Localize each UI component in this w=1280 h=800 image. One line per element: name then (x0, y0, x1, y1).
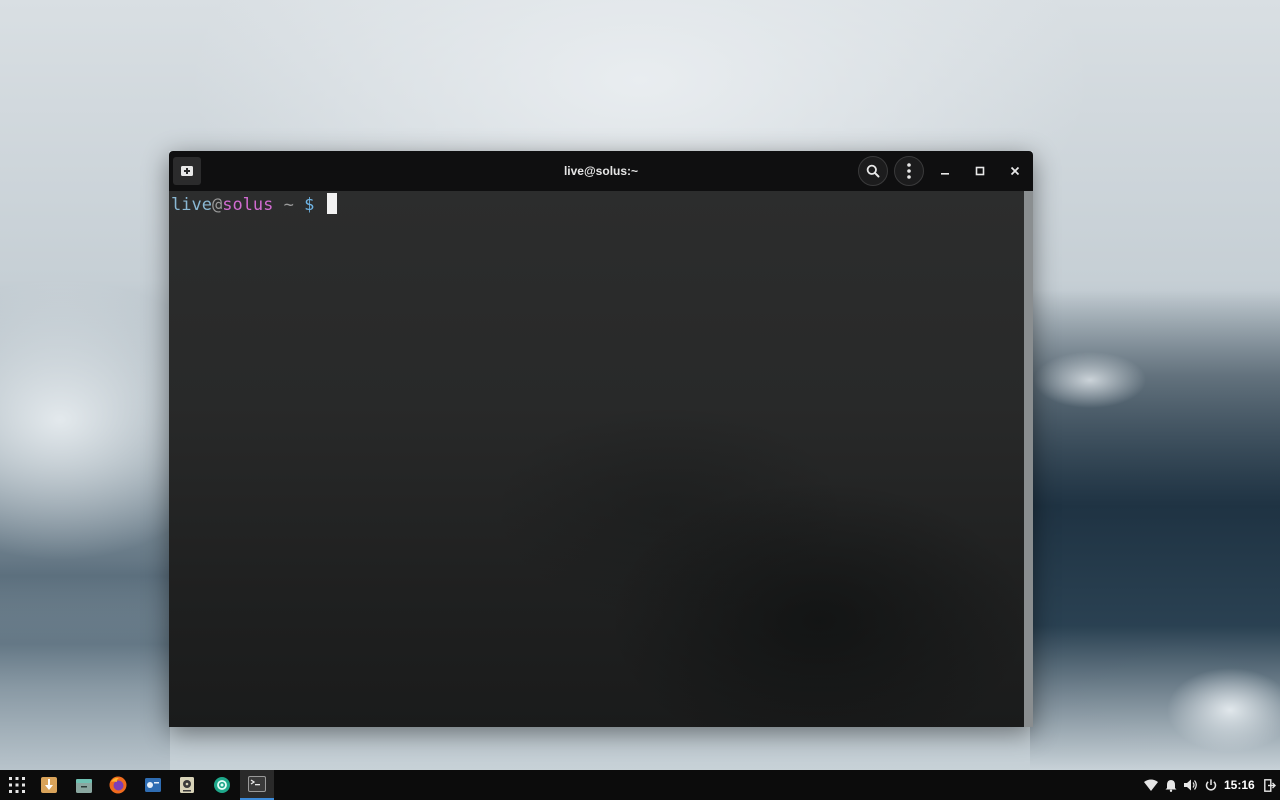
terminal-icon (248, 776, 266, 792)
software-center-icon (41, 777, 57, 793)
audio-player-icon (180, 777, 194, 793)
taskbar-settings[interactable] (205, 770, 239, 800)
disk-icon (145, 778, 161, 792)
text-cursor (326, 193, 337, 214)
terminal-window[interactable]: live@solus:~ live@solus ~ $ (169, 151, 1033, 727)
app-grid-icon (9, 777, 25, 793)
notification-bell-icon (1165, 779, 1177, 792)
clock[interactable]: 15:16 (1224, 770, 1255, 800)
terminal-area[interactable]: live@solus ~ $ (169, 191, 1024, 727)
files-icon (76, 779, 92, 793)
logout-icon (1264, 778, 1276, 792)
taskbar-firefox[interactable] (101, 770, 135, 800)
power-button[interactable] (1203, 770, 1219, 800)
prompt-host: solus (222, 195, 274, 215)
prompt-path: ~ (273, 195, 305, 215)
new-tab-icon (181, 166, 193, 176)
taskbar-disk[interactable] (136, 770, 170, 800)
close-button[interactable] (1003, 159, 1027, 183)
maximize-button[interactable] (968, 159, 992, 183)
close-icon (1010, 166, 1020, 176)
wallpaper-forest (1030, 290, 1280, 770)
search-button[interactable] (858, 156, 888, 186)
volume-icon (1184, 779, 1197, 791)
new-tab-button[interactable] (173, 157, 201, 185)
taskbar-audio-player[interactable] (170, 770, 204, 800)
scrollbar[interactable] (1024, 191, 1033, 727)
logout-button[interactable] (1262, 770, 1278, 800)
shell-prompt: live@solus ~ $ (171, 193, 337, 215)
prompt-at: @ (211, 195, 223, 215)
taskbar-files[interactable] (67, 770, 101, 800)
taskbar-software-center[interactable] (32, 770, 66, 800)
network-icon (1144, 779, 1158, 791)
firefox-icon (109, 776, 127, 794)
prompt-user: live (171, 195, 212, 215)
notifications-button[interactable] (1163, 770, 1179, 800)
maximize-icon (975, 166, 985, 176)
network-button[interactable] (1143, 770, 1159, 800)
menu-kebab-icon (907, 163, 911, 179)
volume-button[interactable] (1183, 770, 1199, 800)
taskbar-terminal[interactable] (240, 770, 274, 800)
wallpaper-fog (0, 560, 170, 770)
search-icon (866, 164, 880, 178)
prompt-symbol: $ (304, 195, 325, 215)
app-grid-button[interactable] (0, 770, 34, 800)
menu-button[interactable] (894, 156, 924, 186)
settings-icon (214, 777, 230, 793)
minimize-button[interactable] (933, 159, 957, 183)
taskbar: 15:16 (0, 770, 1280, 800)
power-icon (1205, 779, 1217, 791)
titlebar[interactable]: live@solus:~ (169, 151, 1033, 191)
minimize-icon (941, 173, 949, 175)
